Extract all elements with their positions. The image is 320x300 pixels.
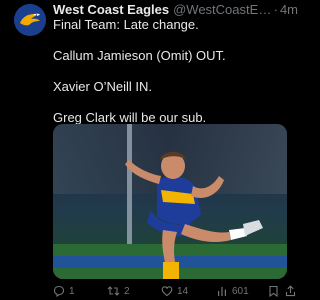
views-count: 601 [232, 285, 249, 297]
tweet-line: Xavier O’Neill IN. [53, 79, 152, 94]
heart-icon [161, 286, 173, 297]
share-button[interactable] [285, 285, 296, 297]
tweet-header: West Coast Eagles @WestCoastEag... · 4m [53, 2, 298, 18]
share-icon [285, 285, 296, 297]
tweet-actions: 1 2 14 601 [53, 284, 296, 298]
views-icon [218, 287, 226, 296]
separator-dot: · [273, 2, 278, 17]
tweet-line: Callum Jamieson (Omit) OUT. [53, 48, 226, 63]
retweet-count: 2 [124, 285, 130, 297]
account-handle[interactable]: @WestCoastEag... [173, 2, 272, 17]
tweet-timestamp[interactable]: 4m [280, 2, 298, 17]
tweet[interactable]: West Coast Eagles @WestCoastEag... · 4m … [0, 0, 300, 300]
reply-button[interactable]: 1 [53, 285, 75, 297]
reply-count: 1 [69, 285, 75, 297]
bookmark-button[interactable] [268, 285, 279, 297]
avatar[interactable] [14, 4, 46, 36]
eagle-logo-icon [14, 4, 46, 36]
football-player-photo [53, 124, 287, 279]
bookmark-icon [269, 285, 278, 297]
retweet-button[interactable]: 2 [107, 285, 130, 297]
tweet-media-photo[interactable] [53, 124, 287, 279]
retweet-icon [107, 286, 120, 296]
views-button[interactable]: 601 [216, 285, 249, 297]
tweet-line: Final Team: Late change. [53, 17, 199, 32]
like-button[interactable]: 14 [161, 285, 188, 297]
account-name[interactable]: West Coast Eagles [53, 2, 169, 17]
reply-icon [53, 285, 65, 297]
like-count: 14 [177, 285, 189, 297]
tweet-text: Final Team: Late change. Callum Jamieson… [53, 17, 293, 126]
